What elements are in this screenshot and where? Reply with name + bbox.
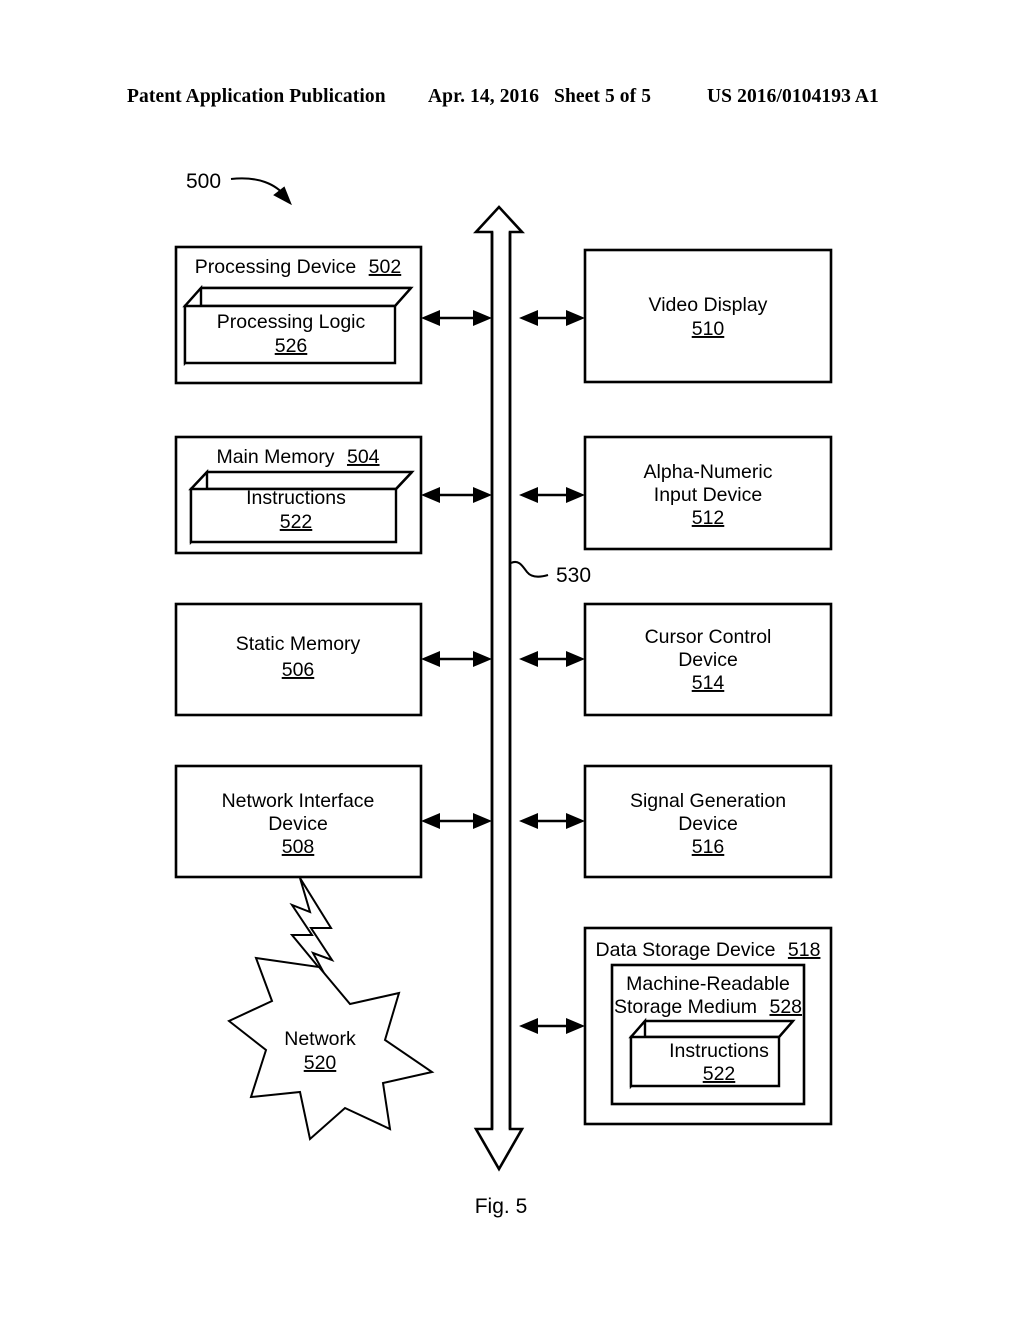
system-ref-500-callout: 500: [186, 170, 292, 206]
alpha-numeric-input-device-ref: 512: [692, 507, 725, 529]
connector-data-storage-device: [519, 1018, 585, 1034]
static-memory-ref: 506: [282, 659, 315, 681]
connector-signal-generation-device: [519, 813, 585, 829]
data-storage-instructions-title: Instructions: [669, 1040, 769, 1062]
machine-readable-storage-medium-line1: Machine-Readable: [626, 973, 790, 995]
system-ref-arrowhead: [273, 186, 292, 206]
signal-generation-device-line2: Device: [678, 813, 738, 835]
network-interface-device-ref: 508: [282, 836, 315, 858]
video-display-box: [583, 248, 833, 384]
connector-alpha-numeric-input-device: [519, 487, 585, 503]
connector-static-memory: [421, 651, 492, 667]
signal-generation-device-ref: 516: [692, 836, 725, 858]
lightning-bolt-icon: [289, 877, 335, 976]
block-data-storage-device[interactable]: Data Storage Device 518 Machine-Readable…: [583, 926, 833, 1126]
main-memory-instructions-title: Instructions: [246, 487, 346, 509]
figure-5-drawing: 500 530 Processing Device 502 Processing…: [174, 170, 833, 1218]
static-memory-title: Static Memory: [236, 633, 361, 655]
connector-cursor-control-device: [519, 651, 585, 667]
main-memory-instructions-ref: 522: [280, 511, 313, 533]
bus-ref-530-label: 530: [556, 564, 591, 587]
block-network-interface-device[interactable]: Network Interface Device 508: [174, 764, 423, 879]
network-link-lightning: [289, 877, 335, 976]
bus-ref-leader-line: [510, 561, 549, 578]
main-memory-title: Main Memory 504: [216, 446, 379, 468]
video-display-ref: 510: [692, 318, 725, 340]
bus-arrow-shape: [473, 205, 525, 1172]
alpha-numeric-input-device-line1: Alpha-Numeric: [644, 461, 773, 483]
block-video-display[interactable]: Video Display 510: [583, 248, 833, 384]
ds-instructions-top-face: [628, 1019, 796, 1039]
block-network[interactable]: Network 520: [227, 956, 435, 1141]
patent-figure-page: Patent Application Publication Apr. 14, …: [0, 0, 1024, 1320]
network-title: Network: [284, 1028, 356, 1050]
processing-logic-title: Processing Logic: [217, 311, 366, 333]
machine-readable-storage-medium-line2: Storage Medium 528: [614, 996, 802, 1018]
block-cursor-control-device[interactable]: Cursor Control Device 514: [583, 602, 833, 717]
processing-logic-top-face: [182, 286, 414, 308]
network-interface-device-line2: Device: [268, 813, 328, 835]
connector-processing-device: [421, 310, 492, 326]
connector-network-interface-device: [421, 813, 492, 829]
cursor-control-device-line2: Device: [678, 649, 738, 671]
connector-video-display: [519, 310, 585, 326]
block-static-memory[interactable]: Static Memory 506: [174, 602, 423, 717]
processing-logic-ref: 526: [275, 335, 308, 357]
connector-main-memory: [421, 487, 492, 503]
cursor-control-device-line1: Cursor Control: [645, 626, 772, 648]
signal-generation-device-line1: Signal Generation: [630, 790, 786, 812]
network-interface-device-line1: Network Interface: [222, 790, 375, 812]
system-ref-500-label: 500: [186, 170, 221, 193]
alpha-numeric-input-device-line2: Input Device: [654, 484, 762, 506]
cursor-control-device-ref: 514: [692, 672, 725, 694]
network-ref: 520: [304, 1052, 337, 1074]
data-storage-instructions-ref: 522: [703, 1063, 736, 1085]
video-display-title: Video Display: [649, 294, 768, 316]
block-alpha-numeric-input-device[interactable]: Alpha-Numeric Input Device 512: [583, 435, 833, 551]
block-processing-device[interactable]: Processing Device 502 Processing Logic 5…: [174, 245, 423, 385]
processing-device-title: Processing Device 502: [195, 256, 401, 278]
figure-caption: Fig. 5: [475, 1195, 528, 1218]
block-signal-generation-device[interactable]: Signal Generation Device 516: [583, 764, 833, 879]
block-main-memory[interactable]: Main Memory 504 Instructions 522: [174, 435, 423, 555]
